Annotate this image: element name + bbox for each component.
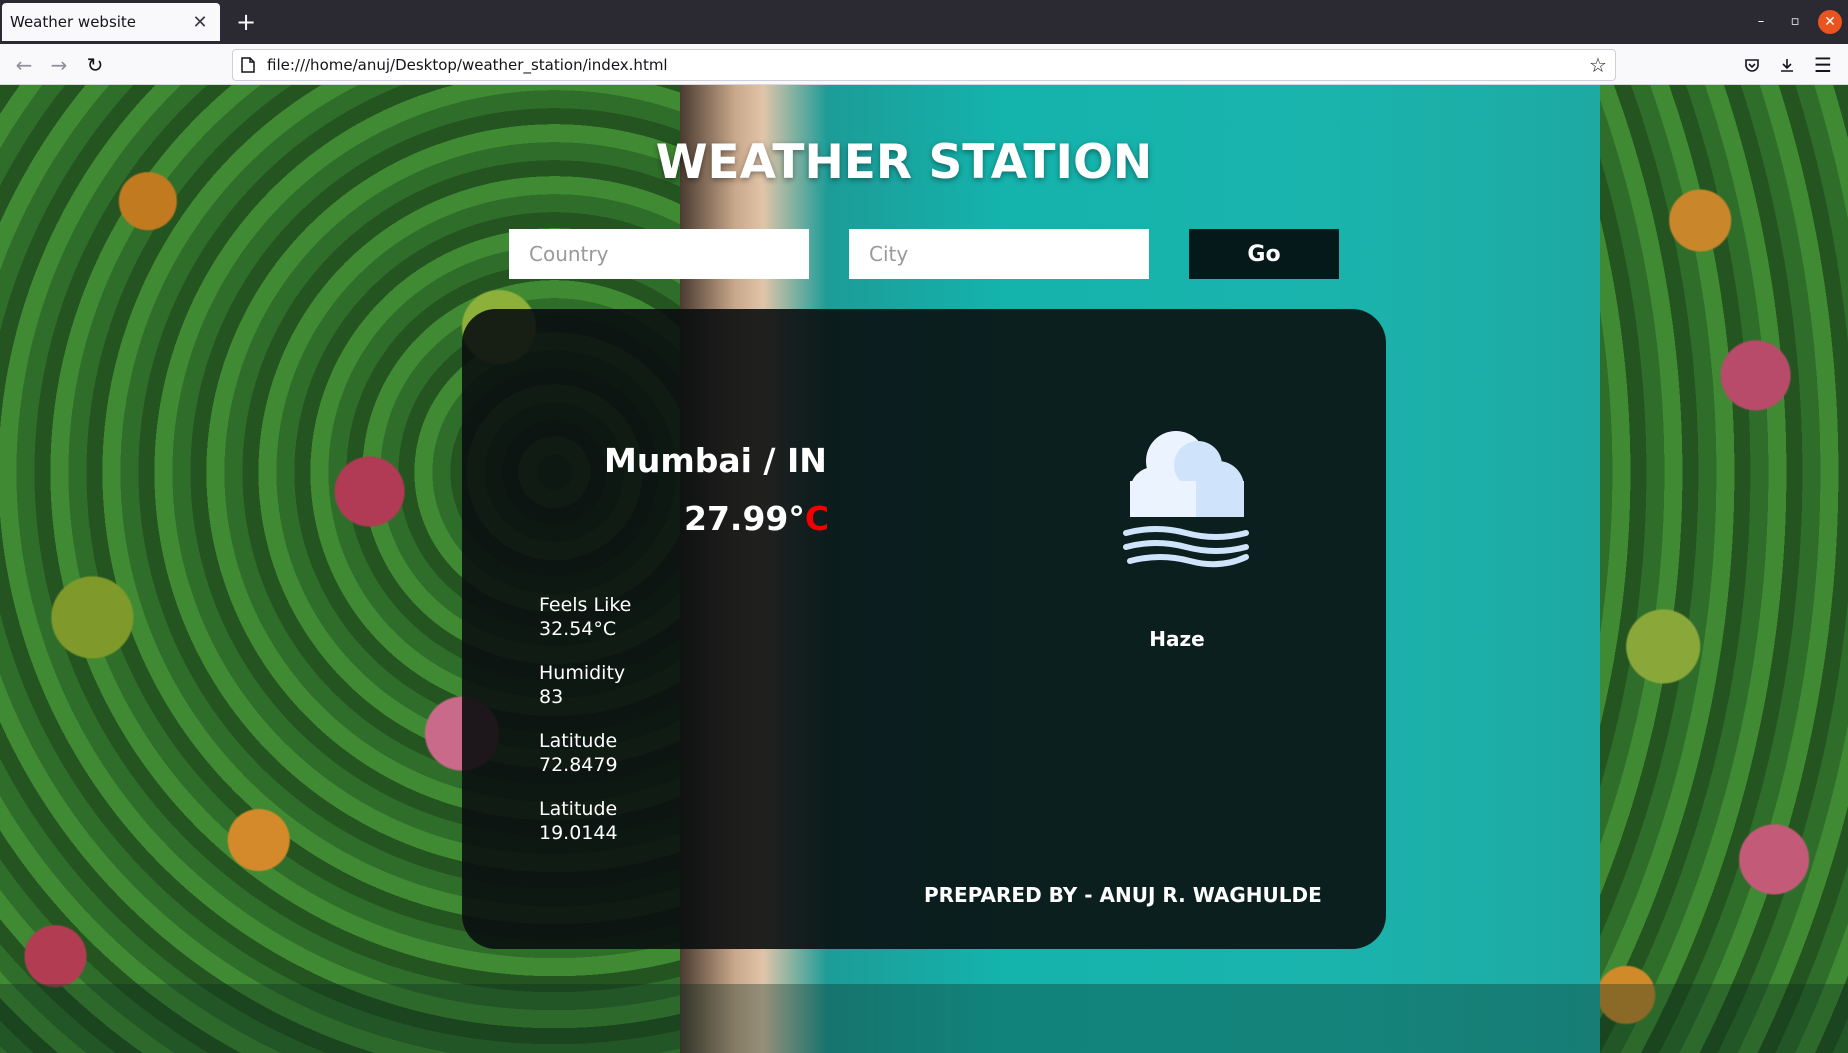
city-input[interactable] <box>849 229 1149 279</box>
page-title: WEATHER STATION <box>655 135 1153 190</box>
stat-label: Humidity <box>539 662 626 684</box>
latitude-stat-2: Latitude 19.0144 <box>539 797 618 845</box>
country-input[interactable] <box>509 229 809 279</box>
forward-arrow-icon[interactable]: → <box>44 50 74 80</box>
page-viewport: WEATHER STATION Go Mumbai / IN 27.99°C F… <box>0 85 1848 1053</box>
stat-value: 72.8479 <box>539 754 618 776</box>
hamburger-menu-icon[interactable]: ☰ <box>1808 50 1838 80</box>
browser-tab[interactable]: Weather website ✕ <box>2 3 220 41</box>
browser-tab-bar: Weather website ✕ + – ▫ ✕ <box>0 0 1848 44</box>
stat-value: 32.54°C <box>539 618 617 640</box>
back-arrow-icon[interactable]: ← <box>9 50 39 80</box>
address-bar[interactable]: file:///home/anuj/Desktop/weather_statio… <box>232 49 1616 81</box>
temperature-value: 27.99° <box>684 499 805 538</box>
stat-label: Latitude <box>539 798 618 820</box>
bookmark-star-icon[interactable]: ☆ <box>1583 50 1613 80</box>
pocket-icon[interactable] <box>1737 50 1767 80</box>
page-icon <box>241 56 257 74</box>
weather-condition: Haze <box>1149 627 1205 651</box>
restore-window-icon[interactable]: ▫ <box>1783 10 1807 34</box>
new-tab-icon[interactable]: + <box>232 8 260 36</box>
reload-icon[interactable]: ↻ <box>80 50 110 80</box>
location-name: Mumbai / IN <box>604 441 827 480</box>
browser-nav-bar: ← → ↻ file:///home/anuj/Desktop/weather_… <box>0 44 1848 85</box>
weather-card: Mumbai / IN 27.99°C Feels Like 32.54°C H… <box>462 309 1386 949</box>
haze-cloud-icon <box>1106 429 1266 569</box>
humidity-stat: Humidity 83 <box>539 661 625 709</box>
temperature: 27.99°C <box>684 499 829 538</box>
latitude-stat: Latitude 72.8479 <box>539 729 618 777</box>
url-text[interactable]: file:///home/anuj/Desktop/weather_statio… <box>267 56 1583 74</box>
close-window-icon[interactable]: ✕ <box>1818 10 1842 34</box>
temperature-unit: C <box>804 499 830 538</box>
minimize-window-icon[interactable]: – <box>1749 10 1773 34</box>
stat-value: 19.0144 <box>539 822 618 844</box>
stat-label: Latitude <box>539 730 618 752</box>
go-button[interactable]: Go <box>1189 229 1339 279</box>
author-credit: PREPARED BY - ANUJ R. WAGHULDE <box>924 883 1322 907</box>
background-repeat-strip <box>0 984 1848 1053</box>
close-tab-icon[interactable]: ✕ <box>186 8 214 36</box>
stat-value: 83 <box>539 686 564 708</box>
stat-label: Feels Like <box>539 594 632 616</box>
tab-title: Weather website <box>10 13 137 31</box>
download-icon[interactable] <box>1772 50 1802 80</box>
feels-like-stat: Feels Like 32.54°C <box>539 593 631 641</box>
